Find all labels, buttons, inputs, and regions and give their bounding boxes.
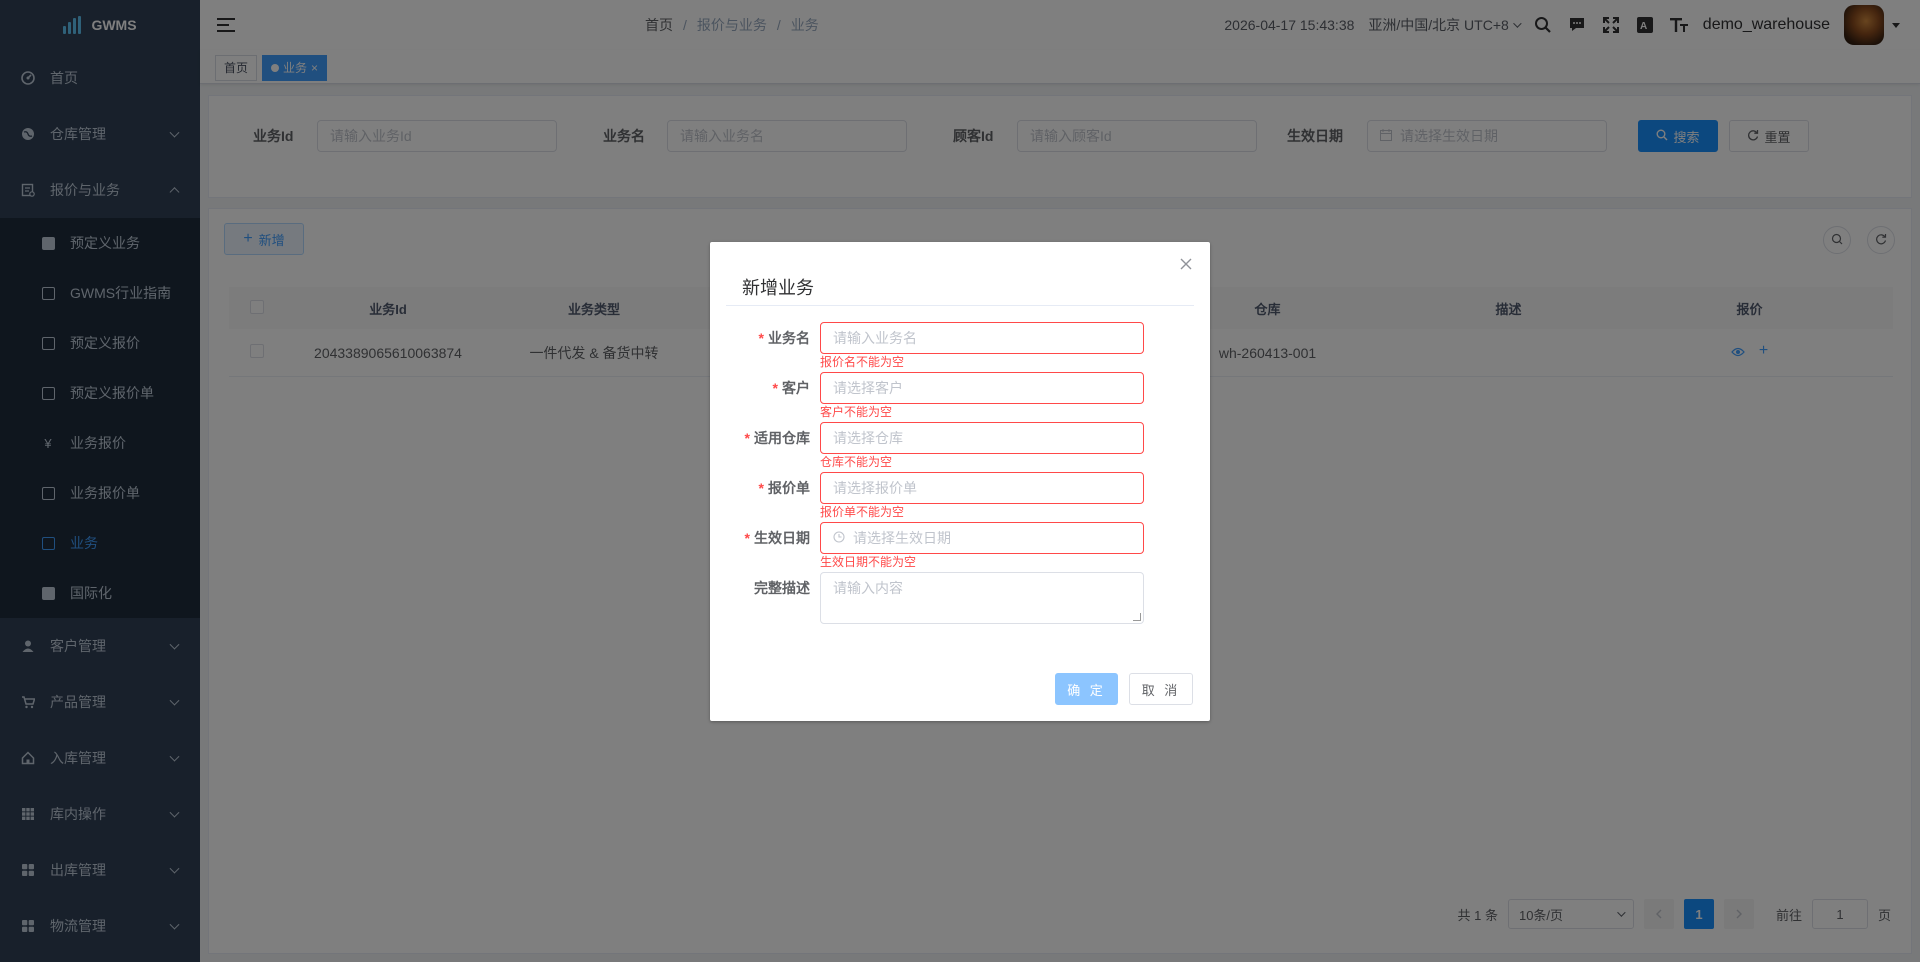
clock-icon <box>833 530 845 546</box>
validation-error: 生效日期不能为空 <box>820 555 917 569</box>
field-label: * 报价单 <box>758 480 810 496</box>
cancel-button[interactable]: 取 消 <box>1129 673 1193 705</box>
validation-error: 报价单不能为空 <box>820 505 905 519</box>
required-mark: * <box>744 530 750 546</box>
warehouse-select[interactable]: 请选择仓库 <box>820 422 1144 454</box>
required-mark: * <box>772 380 778 396</box>
field-label: * 业务名 <box>758 330 810 346</box>
field-label: * 适用仓库 <box>744 430 810 446</box>
resize-handle-icon[interactable] <box>1133 613 1141 621</box>
placeholder: 请输入内容 <box>833 580 903 596</box>
field-label: * 客户 <box>772 380 810 396</box>
validation-error: 客户不能为空 <box>820 405 893 419</box>
placeholder: 请输入业务名 <box>833 330 917 346</box>
field-label: * 生效日期 <box>744 530 810 546</box>
required-mark: * <box>744 430 750 446</box>
field-business-name: * 业务名 请输入业务名 报价名不能为空 <box>710 322 1210 368</box>
validation-error: 仓库不能为空 <box>820 455 893 469</box>
customer-select[interactable]: 请选择客户 <box>820 372 1144 404</box>
field-label: 完整描述 <box>754 580 810 596</box>
field-quote-sheet: * 报价单 请选择报价单 报价单不能为空 <box>710 472 1210 518</box>
field-customer: * 客户 请选择客户 客户不能为空 <box>710 372 1210 418</box>
effective-date-picker[interactable]: 请选择生效日期 <box>820 522 1144 554</box>
placeholder: 请选择仓库 <box>833 430 903 446</box>
placeholder: 请选择报价单 <box>833 480 917 496</box>
add-business-dialog: 新增业务 * 业务名 请输入业务名 报价名不能为空 * 客户 请选择客户 客户不能为… <box>710 242 1210 721</box>
business-name-input[interactable]: 请输入业务名 <box>820 322 1144 354</box>
description-textarea[interactable]: 请输入内容 <box>820 572 1144 624</box>
placeholder: 请选择客户 <box>833 380 903 396</box>
placeholder: 请选择生效日期 <box>853 530 951 546</box>
quote-sheet-select[interactable]: 请选择报价单 <box>820 472 1144 504</box>
field-effective-date: * 生效日期 请选择生效日期 生效日期不能为空 <box>710 522 1210 568</box>
field-description: 完整描述 请输入内容 <box>710 572 1210 624</box>
required-mark: * <box>758 480 764 496</box>
close-icon[interactable] <box>1178 256 1194 272</box>
required-mark: * <box>758 330 764 346</box>
dialog-divider <box>726 305 1194 306</box>
dialog-title: 新增业务 <box>742 278 814 298</box>
confirm-button[interactable]: 确 定 <box>1055 673 1118 705</box>
validation-error: 报价名不能为空 <box>820 355 905 369</box>
field-warehouse: * 适用仓库 请选择仓库 仓库不能为空 <box>710 422 1210 468</box>
